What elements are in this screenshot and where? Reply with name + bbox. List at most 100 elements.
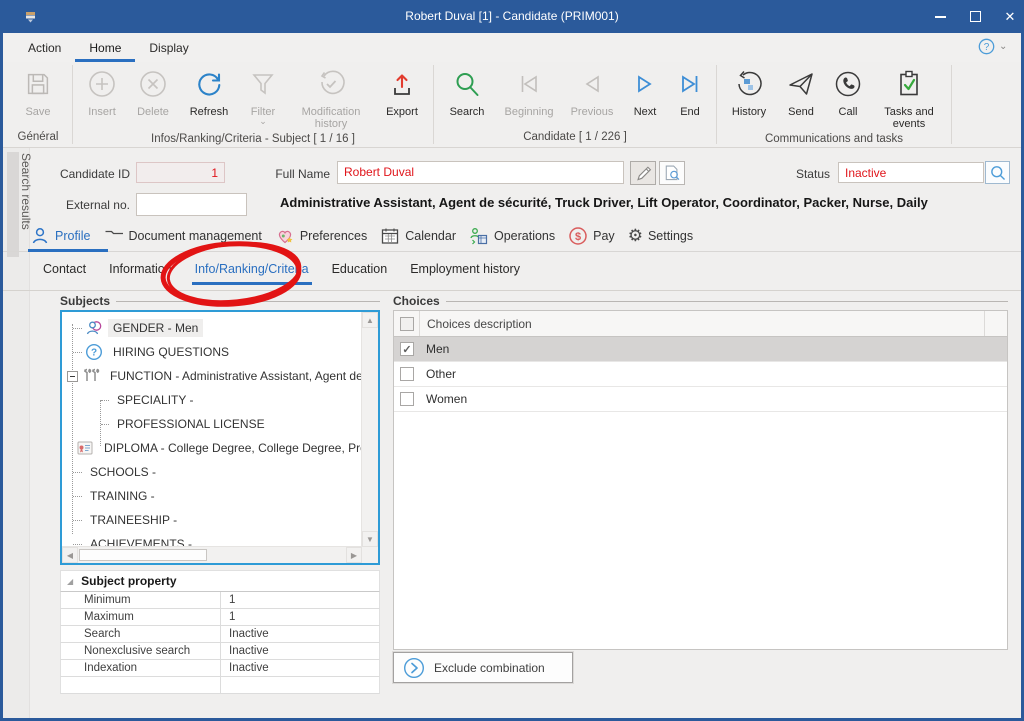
tree-item-training[interactable]: TRAINING - [62,484,362,508]
filter-dropdown-icon[interactable] [259,118,267,125]
tab-preferences[interactable]: Preferences [275,226,367,246]
preview-document-button[interactable] [659,161,685,185]
tree-item-speciality[interactable]: SPECIALITY - [62,388,362,412]
end-button[interactable]: End [668,62,712,118]
external-no-field[interactable] [136,193,247,216]
tab-profile[interactable]: Profile [30,226,90,246]
beginning-icon [513,64,545,104]
tab-document-management[interactable]: Document management [103,226,261,246]
insert-button[interactable]: Insert [77,62,127,118]
scroll-right-icon[interactable] [346,547,362,563]
beginning-button[interactable]: Beginning [496,62,562,118]
menu-display[interactable]: Display [135,33,202,62]
checkbox-checked-icon[interactable] [400,342,414,356]
collapse-expander-icon[interactable] [67,371,78,382]
full-name-field[interactable]: Robert Duval [337,161,624,184]
export-button[interactable]: Export [375,62,429,118]
select-all-checkbox[interactable] [400,317,414,331]
tab-settings[interactable]: ⚙ Settings [628,226,693,246]
checkbox-unchecked-icon[interactable] [400,392,414,406]
tree-item-achievements[interactable]: ACHIEVEMENTS - [62,532,362,547]
scroll-left-icon[interactable] [62,547,78,563]
collapse-triangle-icon [67,577,73,586]
choice-row-women[interactable]: Women [394,387,1007,412]
filter-button[interactable]: Filter [239,62,287,125]
scrollbar-thumb[interactable] [79,549,207,561]
save-button[interactable]: Save [8,62,68,118]
minimize-button[interactable] [925,0,955,33]
status-field[interactable]: Inactive [838,162,984,183]
scroll-up-icon[interactable] [362,312,378,328]
candidate-id-field[interactable]: 1 [136,162,225,183]
property-row-maximum[interactable]: Maximum 1 [60,609,380,626]
status-lookup-button[interactable] [985,161,1010,184]
candidate-id-label: Candidate ID [40,166,130,182]
property-row-indexation[interactable]: Indexation Inactive [60,660,380,677]
ribbon-separator [433,65,434,144]
side-panel-grip[interactable] [7,152,19,257]
tree-item-diploma[interactable]: DIPLOMA - College Degree, College Degree… [62,436,362,460]
edit-name-button[interactable] [630,161,656,185]
window-title: Robert Duval [1] - Candidate (PRIM001) [0,0,1024,33]
ribbon-separator [716,65,717,144]
property-row-minimum[interactable]: Minimum 1 [60,592,380,609]
search-icon [451,64,483,104]
tree-item-gender[interactable]: GENDER - Men [62,316,362,340]
menu-home[interactable]: Home [75,33,135,62]
maximize-button[interactable] [960,0,990,33]
vertical-scrollbar[interactable] [361,312,378,547]
subtab-info-ranking-criteria[interactable]: Info/Ranking/Criteria [192,258,312,285]
save-icon [23,64,53,104]
subtab-information[interactable]: Information [106,258,175,285]
property-row-search[interactable]: Search Inactive [60,626,380,643]
checkbox-unchecked-icon[interactable] [400,367,414,381]
document-magnifier-icon [663,164,681,182]
ribbon-group-subject: Insert Delete Refresh Filter [77,62,429,147]
tab-calendar[interactable]: Calendar [380,226,456,246]
tree-item-professional-license[interactable]: PROFESSIONAL LICENSE [62,412,362,436]
refresh-button[interactable]: Refresh [179,62,239,118]
choice-row-men[interactable]: Men [394,337,1007,362]
gender-icon [85,319,103,337]
delete-button[interactable]: Delete [127,62,179,118]
subtab-divider [3,290,1021,291]
side-panel-search-results[interactable]: Search results [19,153,33,230]
close-button[interactable] [995,0,1024,33]
call-button[interactable]: Call [825,62,871,118]
modification-history-button[interactable]: Modification history [287,62,375,130]
external-no-label: External no. [40,197,130,213]
subject-property-header[interactable]: Subject property [60,570,380,592]
choices-group-label: Choices [393,294,440,308]
exclude-combination-button[interactable]: Exclude combination [393,652,573,683]
tree-item-traineeship[interactable]: TRAINEESHIP - [62,508,362,532]
search-button[interactable]: Search [438,62,496,118]
choice-row-other[interactable]: Other [394,362,1007,387]
tab-pay[interactable]: $ Pay [568,226,615,246]
send-button[interactable]: Send [777,62,825,118]
tree-item-schools[interactable]: SCHOOLS - [62,460,362,484]
tree-item-hiring-questions[interactable]: ? HIRING QUESTIONS [62,340,362,364]
property-row-nonexclusive-search[interactable]: Nonexclusive search Inactive [60,643,380,660]
chevron-down-icon[interactable] [999,41,1007,52]
svg-text:?: ? [91,348,97,359]
choices-table: Choices description Men Other Women [393,310,1008,650]
tree-item-function[interactable]: FUNCTION - Administrative Assistant, Age… [62,364,362,388]
tasks-and-events-button[interactable]: Tasks and events [871,62,947,130]
subtab-employment-history[interactable]: Employment history [407,258,523,285]
previous-button[interactable]: Previous [562,62,622,118]
help-icon[interactable]: ? [978,38,995,55]
next-button[interactable]: Next [622,62,668,118]
scroll-down-icon[interactable] [362,531,378,547]
subtab-education[interactable]: Education [329,258,391,285]
ribbon-toolbar: Save Général Insert Delete [3,62,1021,147]
menu-action[interactable]: Action [14,33,75,62]
ribbon-group-label: Candidate [ 1 / 226 ] [438,128,712,147]
choices-header-row[interactable]: Choices description [394,311,1007,337]
tab-operations[interactable]: Operations [469,226,555,246]
svg-text:$: $ [575,231,581,243]
subject-property-title: Subject property [81,574,176,588]
subtab-contact[interactable]: Contact [40,258,89,285]
choices-description-header[interactable]: Choices description [420,317,532,331]
history-button[interactable]: History [721,62,777,118]
previous-icon [576,64,608,104]
